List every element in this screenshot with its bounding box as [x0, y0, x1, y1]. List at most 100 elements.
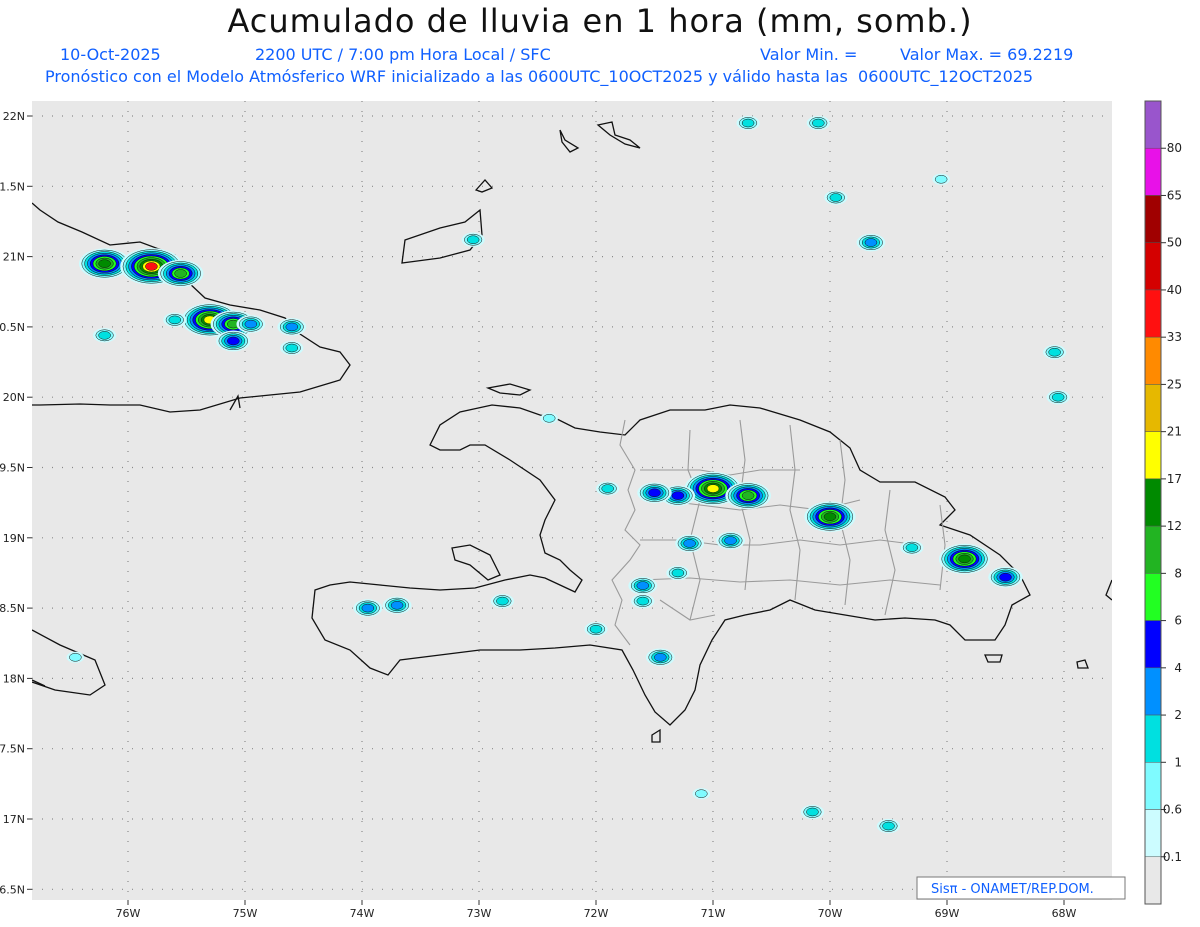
colorbar-swatch	[1144, 431, 1162, 480]
rain-contour	[285, 322, 299, 332]
colorbar-label: 40	[1167, 283, 1182, 297]
rain-cell	[382, 596, 412, 615]
lat-label: 7.5N	[0, 743, 25, 756]
rain-contour	[741, 491, 755, 500]
rain-cell	[725, 482, 771, 510]
rain-contour	[69, 653, 82, 662]
rain-contour	[905, 543, 919, 552]
rain-contour	[496, 596, 509, 606]
rain-contour	[168, 315, 182, 325]
rain-cell	[824, 190, 848, 205]
rain-cell	[461, 232, 485, 247]
rain-contour	[648, 488, 661, 498]
rain-contour	[999, 572, 1012, 582]
rain-contour	[823, 512, 837, 521]
rain-cell	[988, 566, 1023, 588]
colorbar-label: 21	[1167, 425, 1182, 439]
rain-contour	[636, 581, 650, 590]
map-frame	[32, 101, 1112, 900]
rain-cell	[736, 115, 760, 131]
rain-contour	[864, 238, 878, 247]
colorbar-label: 25	[1167, 377, 1182, 391]
colorbar-label: 6	[1174, 614, 1182, 628]
lon-label: 68W	[1052, 907, 1077, 920]
colorbar-label: 12	[1167, 519, 1182, 533]
rain-cell	[804, 501, 856, 532]
rain-contour	[636, 596, 650, 606]
rain-contour	[958, 554, 971, 564]
rain-contour	[466, 235, 480, 244]
rain-cell	[216, 330, 251, 352]
rain-cell	[157, 259, 204, 288]
rain-contour	[882, 821, 895, 831]
colorbar-swatch	[1144, 100, 1162, 149]
lon-label: 73W	[467, 907, 492, 920]
rain-contour	[706, 484, 720, 493]
colorbar-swatch	[1144, 289, 1162, 338]
rain-cell	[490, 593, 514, 609]
lon-label: 70W	[818, 907, 843, 920]
rain-cell	[938, 543, 991, 575]
rain-cell	[1043, 345, 1067, 360]
rain-contour	[695, 789, 708, 798]
colorbar-swatch	[1144, 478, 1162, 527]
rain-cell	[236, 315, 266, 333]
rain-cell	[280, 340, 304, 356]
rain-map: 76W 75W 74W 73W 72W 71W 70W 69W 68W 22N 1.5N 21N 0.5…	[0, 100, 1182, 920]
colorbar-swatch	[1144, 620, 1162, 669]
rain-contour	[98, 259, 111, 268]
lat-label: 6.5N	[0, 883, 25, 896]
lon-label: 72W	[584, 907, 609, 920]
credit-text: Sisπ - ONAMET/REP.DOM.	[931, 882, 1094, 897]
colorbar-swatch	[1144, 336, 1162, 385]
rain-cell	[692, 788, 711, 800]
rain-cell	[645, 648, 675, 667]
rain-contour	[589, 624, 603, 634]
lon-label: 76W	[116, 907, 141, 920]
rain-cell	[277, 318, 307, 336]
rain-contour	[244, 319, 258, 329]
lat-label: 22N	[3, 110, 25, 123]
rain-contour	[654, 653, 667, 662]
lon-label: 74W	[350, 907, 375, 920]
lon-label: 71W	[701, 907, 726, 920]
rain-contour	[671, 568, 685, 578]
rain-contour	[806, 807, 819, 817]
rain-cell	[800, 804, 825, 820]
rain-contour	[812, 118, 825, 128]
rain-cell	[856, 233, 886, 252]
rain-contour	[98, 331, 111, 340]
rain-contour	[390, 601, 404, 610]
rain-cell	[66, 651, 85, 663]
lat-label: 20N	[3, 391, 25, 404]
rain-cell	[1046, 390, 1070, 405]
rain-contour	[285, 343, 299, 353]
rain-contour	[683, 539, 696, 548]
colorbar: 806550403325211712864210.60.1	[1144, 100, 1182, 905]
rain-cell	[584, 621, 608, 637]
colorbar-label: 65	[1167, 188, 1182, 202]
colorbar-label: 0.6	[1163, 803, 1182, 817]
colorbar-label: 8	[1174, 566, 1182, 580]
rain-cell	[675, 534, 704, 553]
colorbar-label: 2	[1174, 708, 1182, 722]
lat-label: 0.5N	[0, 321, 25, 334]
colorbar-swatch	[1144, 762, 1162, 810]
rain-contour	[145, 262, 158, 271]
rain-cell	[637, 482, 672, 504]
rain-contour	[227, 336, 240, 346]
lat-label: 19N	[3, 532, 25, 545]
rain-contour	[174, 269, 187, 278]
lat-label: 8.5N	[0, 602, 25, 615]
rain-contour	[1051, 392, 1065, 402]
rain-contour	[741, 118, 755, 128]
rain-contour	[724, 536, 737, 545]
colorbar-swatch	[1144, 384, 1162, 432]
rain-contour	[1048, 347, 1061, 357]
rain-cell	[876, 818, 901, 834]
colorbar-label: 33	[1167, 330, 1182, 344]
rain-cell	[900, 540, 924, 555]
rain-cell	[93, 328, 117, 343]
colorbar-swatch	[1144, 242, 1162, 291]
rain-cell	[932, 173, 950, 185]
